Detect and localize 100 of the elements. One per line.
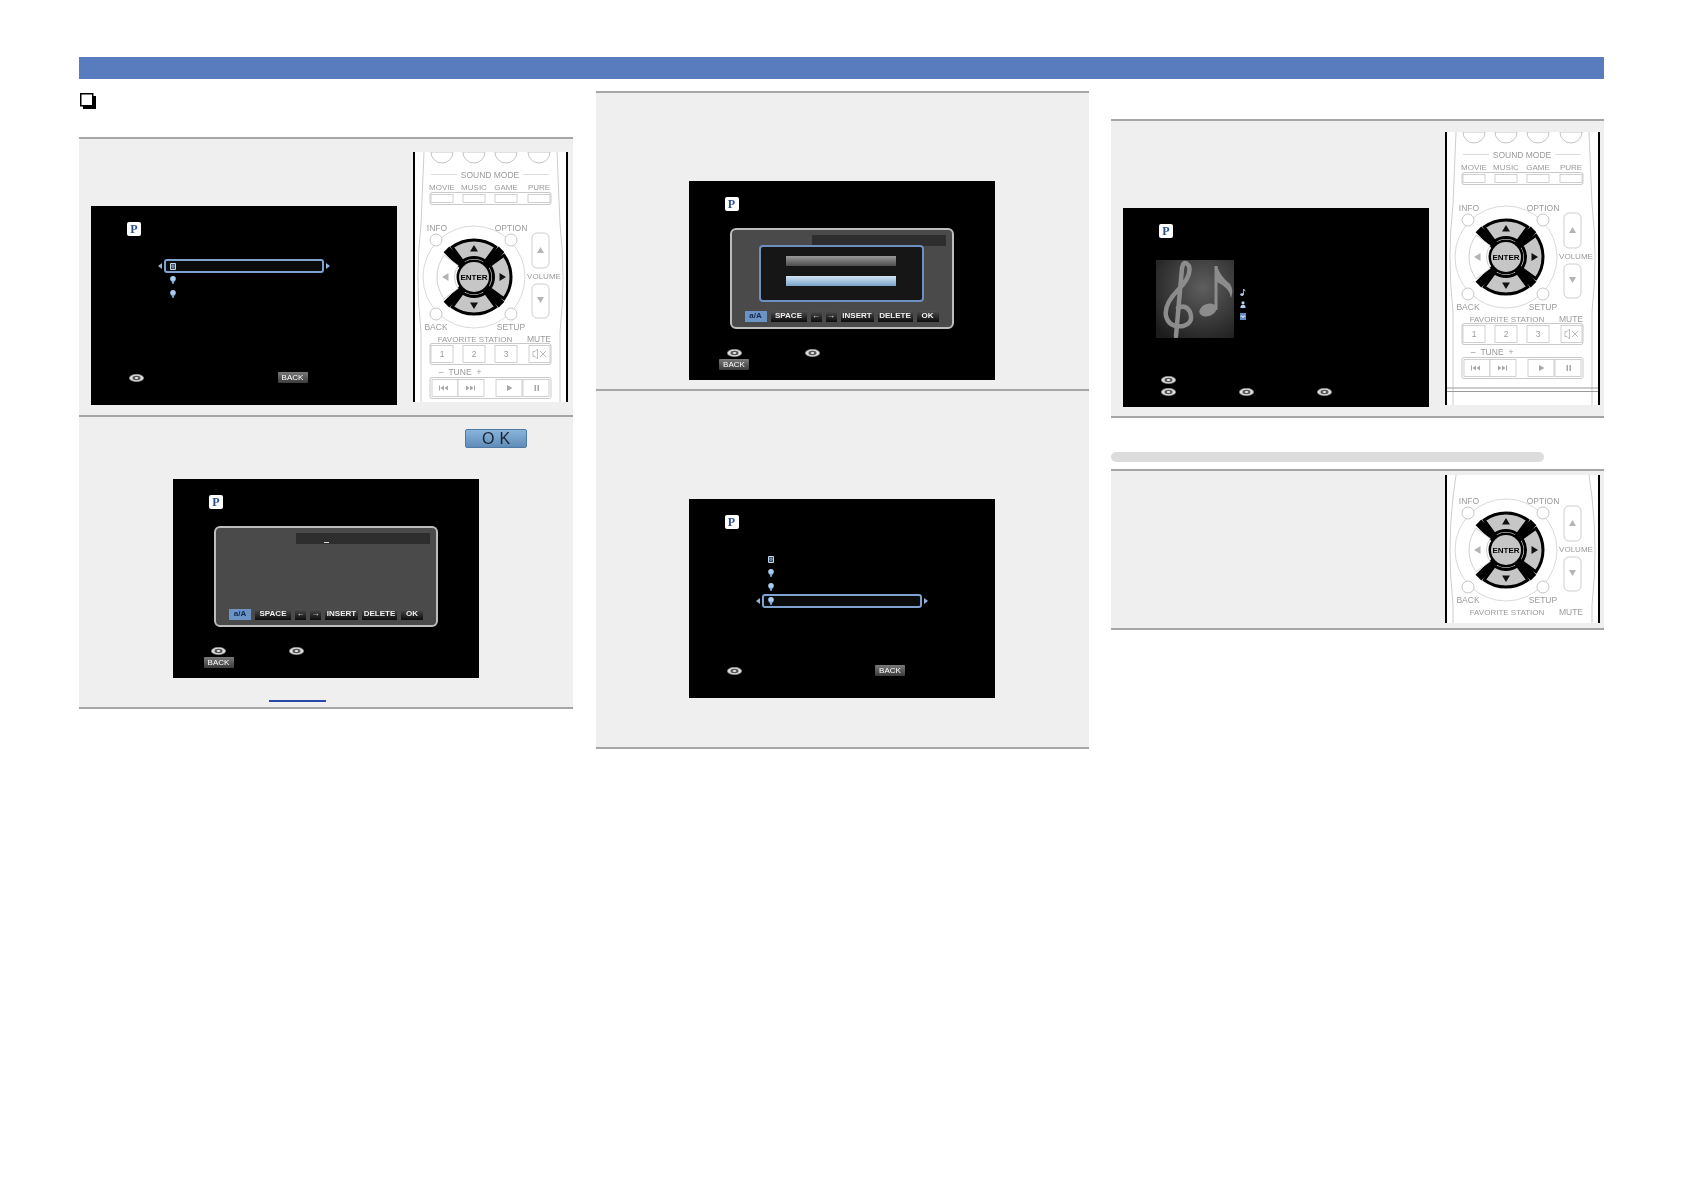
keyboard-key[interactable]: → xyxy=(825,310,837,322)
round-button[interactable] xyxy=(504,233,518,247)
keyboard-key[interactable]: ← xyxy=(295,608,306,620)
mode-button[interactable] xyxy=(1462,174,1486,183)
keyboard-key[interactable]: INSERT xyxy=(325,608,358,620)
oval-button-icon xyxy=(211,646,226,655)
back-button[interactable]: BACK xyxy=(875,665,905,676)
play-button[interactable] xyxy=(1527,359,1555,377)
round-button[interactable] xyxy=(1536,506,1550,520)
skip-back-button[interactable] xyxy=(431,379,459,397)
list-item[interactable] xyxy=(761,594,922,608)
menu-option[interactable] xyxy=(785,276,896,286)
list-item[interactable] xyxy=(164,259,324,273)
ok-button[interactable]: OK xyxy=(465,429,527,448)
round-button[interactable] xyxy=(429,307,443,321)
right-button[interactable] xyxy=(1520,233,1545,281)
volume-down-button[interactable] xyxy=(1563,263,1582,299)
mode-button[interactable] xyxy=(462,194,486,203)
right-button[interactable] xyxy=(1520,526,1545,574)
left-button[interactable] xyxy=(436,254,459,300)
round-button[interactable] xyxy=(1461,213,1475,227)
up-button[interactable] xyxy=(1482,511,1530,536)
left-arrow-icon xyxy=(442,273,449,281)
down-button[interactable] xyxy=(1482,564,1530,589)
back-button[interactable]: BACK xyxy=(203,657,234,668)
keyboard-key[interactable]: INSERT xyxy=(840,310,874,322)
mode-button[interactable] xyxy=(430,194,454,203)
mode-button[interactable] xyxy=(1526,174,1550,183)
oval-button-icon xyxy=(1317,387,1332,396)
keyboard-key[interactable]: a/A xyxy=(744,310,767,322)
volume-up-button[interactable] xyxy=(1563,212,1582,249)
option-label: OPTION xyxy=(1526,203,1560,213)
round-button[interactable] xyxy=(430,152,454,164)
left-button[interactable] xyxy=(1468,527,1491,573)
keyboard-key[interactable]: OK xyxy=(401,608,423,620)
skip-back-icon xyxy=(439,385,448,391)
pause-button[interactable] xyxy=(522,379,550,397)
mute-button[interactable] xyxy=(528,345,551,363)
volume-label: VOLUME xyxy=(1559,252,1593,261)
skip-forward-button[interactable] xyxy=(457,379,485,397)
enter-button[interactable]: ENTER xyxy=(456,259,492,295)
round-button[interactable] xyxy=(1494,132,1518,144)
up-button[interactable] xyxy=(1482,218,1530,243)
right-button[interactable] xyxy=(488,253,513,301)
mode-button[interactable] xyxy=(1559,174,1583,183)
input-field[interactable] xyxy=(296,533,430,544)
menu-option[interactable] xyxy=(785,256,896,266)
keyboard-key[interactable]: DELETE xyxy=(362,608,397,620)
pause-button[interactable] xyxy=(1554,359,1582,377)
keyboard-key[interactable]: DELETE xyxy=(877,310,913,322)
mute-button[interactable] xyxy=(1560,325,1583,343)
round-button[interactable] xyxy=(1461,287,1475,301)
round-button[interactable] xyxy=(504,307,518,321)
round-button[interactable] xyxy=(527,152,551,164)
keyboard-key[interactable]: a/A xyxy=(229,608,251,620)
round-button[interactable] xyxy=(1536,213,1550,227)
round-button[interactable] xyxy=(1461,580,1475,594)
volume-down-button[interactable] xyxy=(1563,556,1582,592)
round-button[interactable] xyxy=(1559,132,1583,144)
mode-button[interactable] xyxy=(494,194,518,203)
volume-up-button[interactable] xyxy=(1563,505,1582,542)
volume-down-button[interactable] xyxy=(531,283,550,319)
round-button[interactable] xyxy=(1461,506,1475,520)
oval-button-icon xyxy=(289,646,304,655)
round-button[interactable] xyxy=(1536,580,1550,594)
skip-forward-button[interactable] xyxy=(1489,359,1517,377)
oval-button-icon xyxy=(1161,375,1176,384)
round-button[interactable] xyxy=(1462,132,1486,144)
round-button[interactable] xyxy=(1526,132,1550,144)
round-button[interactable] xyxy=(462,152,486,164)
mode-button[interactable] xyxy=(527,194,551,203)
down-button[interactable] xyxy=(450,291,498,316)
enter-button[interactable]: ENTER xyxy=(1488,532,1524,568)
left-button[interactable] xyxy=(1468,234,1491,280)
down-button[interactable] xyxy=(1482,271,1530,296)
round-button[interactable] xyxy=(494,152,518,164)
volume-up-button[interactable] xyxy=(531,232,550,269)
keyboard-key[interactable]: SPACE xyxy=(255,608,291,620)
mode-button[interactable] xyxy=(1494,174,1518,183)
input-field[interactable] xyxy=(811,235,946,246)
favorite-station-label: FAVORITE STATION xyxy=(1469,607,1545,617)
oval-button-icon xyxy=(1161,387,1176,396)
sound-mode-label: SOUND MODE xyxy=(460,170,520,180)
skip-back-button[interactable] xyxy=(1463,359,1491,377)
up-button[interactable] xyxy=(450,238,498,263)
round-button[interactable] xyxy=(429,233,443,247)
back-button[interactable]: BACK xyxy=(277,372,308,383)
keyboard-key[interactable]: OK xyxy=(916,310,939,322)
app-logo: P xyxy=(724,515,739,529)
back-button[interactable]: BACK xyxy=(719,359,749,370)
left-arrow-icon xyxy=(1474,546,1481,554)
right-arrow-icon xyxy=(923,598,928,604)
keyboard-key[interactable]: SPACE xyxy=(770,310,807,322)
enter-button[interactable]: ENTER xyxy=(1488,239,1524,275)
bulb-icon xyxy=(767,597,774,605)
round-button[interactable] xyxy=(1536,287,1550,301)
play-button[interactable] xyxy=(495,379,523,397)
keyboard-key[interactable]: → xyxy=(310,608,321,620)
pause-icon xyxy=(1566,365,1571,371)
keyboard-key[interactable]: ← xyxy=(810,310,822,322)
